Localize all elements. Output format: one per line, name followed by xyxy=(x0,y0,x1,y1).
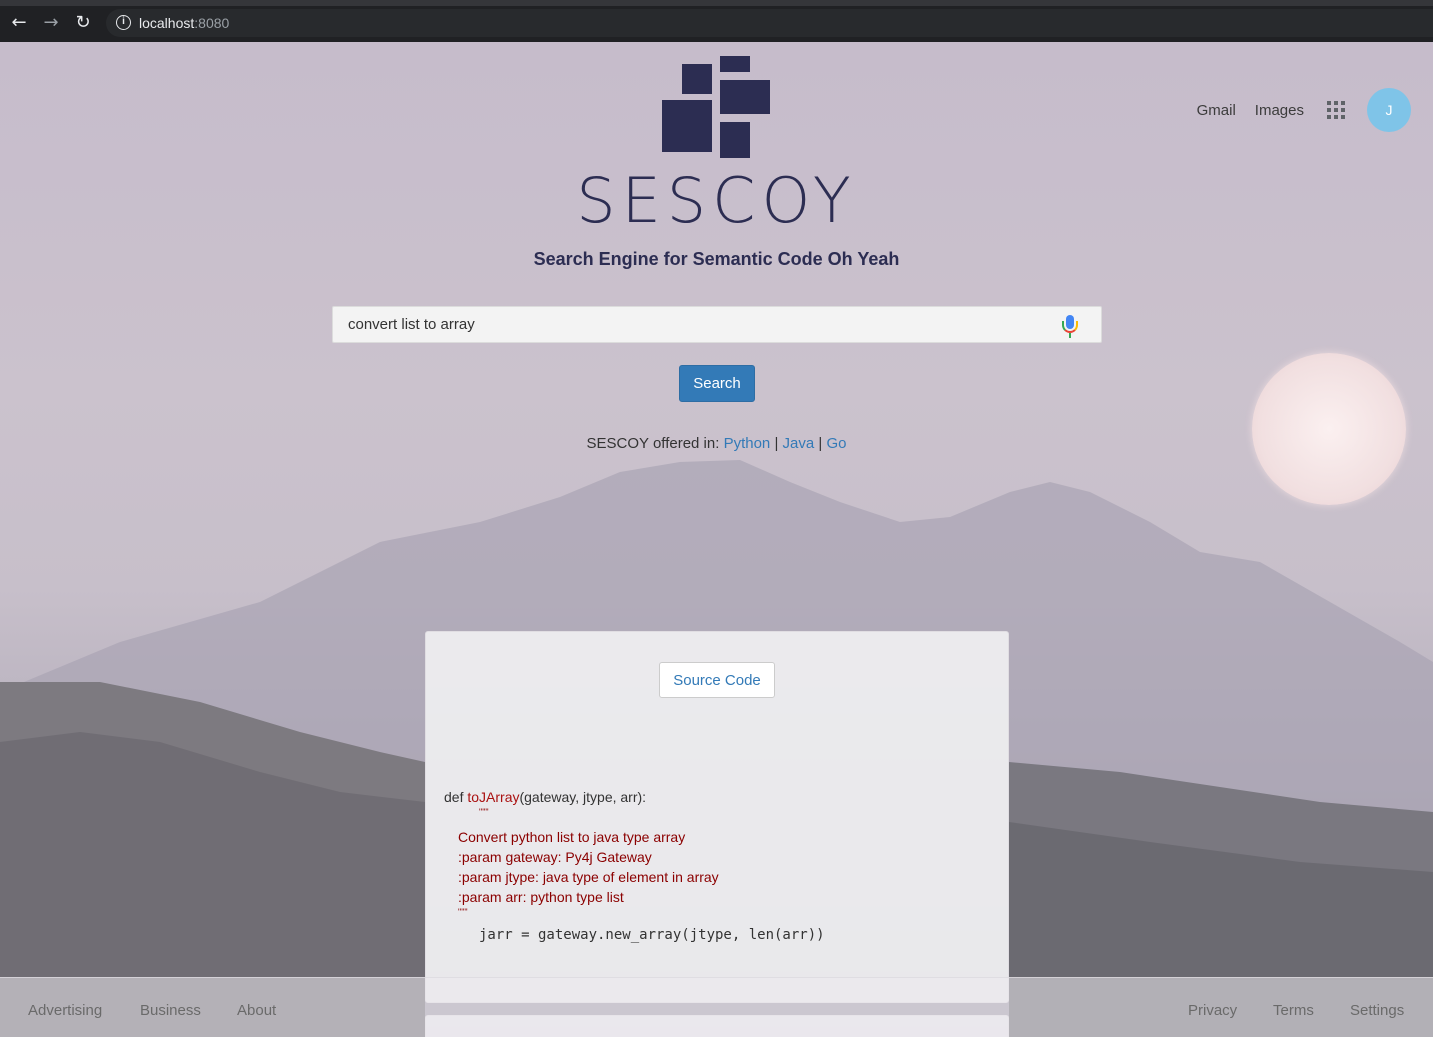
function-name: toJArray xyxy=(467,789,520,805)
docstring-open: """ xyxy=(479,807,489,817)
info-icon[interactable]: i xyxy=(116,15,131,30)
code-def-line: def toJArray(gateway, jtype, arr): xyxy=(444,789,647,805)
docstring-line: :param jtype: java type of element in ar… xyxy=(458,869,719,885)
source-code-button[interactable]: Source Code xyxy=(659,662,775,698)
sun-decoration xyxy=(1252,353,1406,505)
search-button[interactable]: Search xyxy=(679,365,755,402)
language-separator: | xyxy=(814,435,827,452)
tab-strip xyxy=(0,0,1433,6)
microphone-icon[interactable] xyxy=(1061,315,1079,339)
language-separator: | xyxy=(770,435,783,452)
docstring-line: :param gateway: Py4j Gateway xyxy=(458,849,652,865)
language-link-java[interactable]: Java xyxy=(783,435,815,452)
docstring-close: """ xyxy=(458,907,468,917)
apps-grid-icon[interactable] xyxy=(1327,101,1345,119)
url-port: :8080 xyxy=(194,15,230,31)
languages-line: SESCOY offered in: Python | Java | Go xyxy=(0,435,1433,452)
footer: Advertising Business About Privacy Terms… xyxy=(0,977,1433,1037)
footer-privacy-link[interactable]: Privacy xyxy=(1188,1002,1237,1019)
top-nav: Gmail Images J xyxy=(1197,88,1411,132)
url-text[interactable]: localhost:8080 xyxy=(139,15,229,31)
url-host: localhost xyxy=(139,15,195,31)
docstring-line: :param arr: python type list xyxy=(458,889,624,905)
footer-advertising-link[interactable]: Advertising xyxy=(28,1002,102,1019)
docstring-line: Convert python list to java type array xyxy=(458,829,686,845)
language-link-go[interactable]: Go xyxy=(826,435,846,452)
forward-arrow-icon[interactable]: → xyxy=(40,12,62,34)
language-link-python[interactable]: Python xyxy=(724,435,771,452)
images-link[interactable]: Images xyxy=(1255,102,1304,119)
brand-tagline: Search Engine for Semantic Code Oh Yeah xyxy=(533,249,900,269)
gmail-link[interactable]: Gmail xyxy=(1197,102,1236,119)
search-box xyxy=(332,306,1102,343)
avatar[interactable]: J xyxy=(1367,88,1411,132)
footer-business-link[interactable]: Business xyxy=(140,1002,201,1019)
page-background: Gmail Images J SESCOY Search Engine for … xyxy=(0,42,1433,1037)
search-input[interactable] xyxy=(333,307,1053,342)
result-card: Source Code def toJArray(gateway, jtype,… xyxy=(425,631,1009,1003)
brand-title: SESCOY xyxy=(576,164,857,237)
footer-settings-link[interactable]: Settings xyxy=(1350,1002,1404,1019)
browser-chrome: ← → ↻ i localhost:8080 xyxy=(0,0,1433,42)
sescoy-logo xyxy=(662,56,772,160)
reload-icon[interactable]: ↻ xyxy=(72,12,94,34)
footer-terms-link[interactable]: Terms xyxy=(1273,1002,1314,1019)
code-body-line: jarr = gateway.new_array(jtype, len(arr)… xyxy=(479,927,825,943)
back-arrow-icon[interactable]: ← xyxy=(8,12,30,34)
languages-prefix: SESCOY offered in: xyxy=(586,435,724,452)
address-bar[interactable]: i localhost:8080 xyxy=(106,9,1433,37)
footer-about-link[interactable]: About xyxy=(237,1002,276,1019)
code-snippet: def toJArray(gateway, jtype, arr): """ C… xyxy=(444,787,825,945)
